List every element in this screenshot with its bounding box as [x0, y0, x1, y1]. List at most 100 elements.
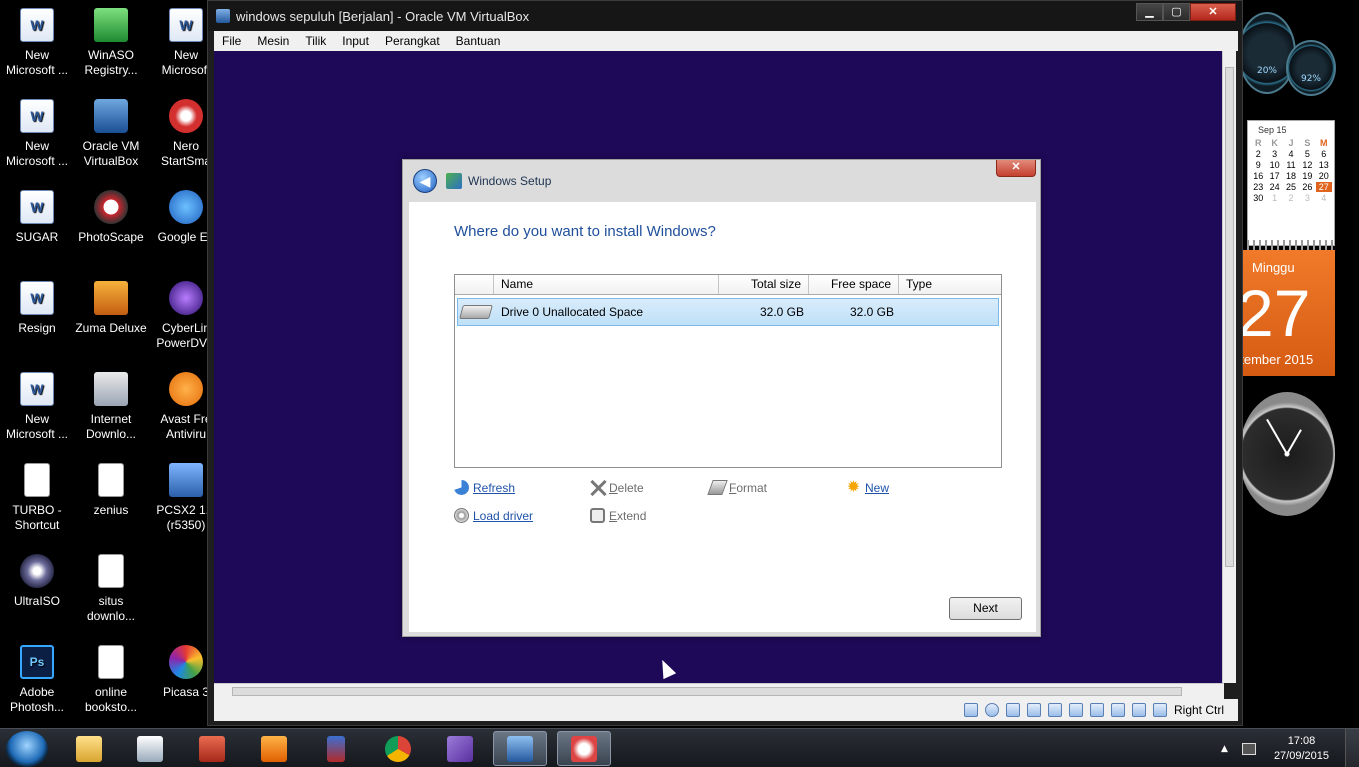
- desktop-icon-photoscape[interactable]: PhotoScape: [74, 190, 148, 245]
- taskbar-virtualbox[interactable]: [493, 731, 547, 766]
- column-total-size[interactable]: Total size: [719, 275, 809, 294]
- calendar-day[interactable]: 6: [1316, 149, 1332, 159]
- clock-date: 27/09/2015: [1273, 749, 1329, 762]
- host-key-label: Right Ctrl: [1173, 703, 1224, 717]
- desktop-icon-new-word-3[interactable]: New Microsoft ...: [0, 99, 74, 169]
- taskbar-notebook[interactable]: [309, 731, 363, 766]
- calendar-day[interactable]: 18: [1283, 171, 1299, 181]
- calendar-day[interactable]: 17: [1266, 171, 1282, 181]
- desktop-icon-zuma[interactable]: Zuma Deluxe: [74, 281, 148, 336]
- back-arrow-icon[interactable]: ◀: [413, 169, 437, 193]
- minimize-button[interactable]: ▁: [1136, 3, 1163, 21]
- desktop-icon-ultraiso[interactable]: UltraISO: [0, 554, 74, 609]
- calendar-day[interactable]: 13: [1316, 160, 1332, 170]
- load-driver-link[interactable]: Load driver: [454, 508, 533, 523]
- new-link[interactable]: ✹ New: [846, 480, 889, 496]
- calendar-day[interactable]: 12: [1299, 160, 1315, 170]
- start-button[interactable]: [6, 731, 48, 767]
- calendar-day[interactable]: 11: [1283, 160, 1299, 170]
- desktop-icon-photoshop[interactable]: Adobe Photosh...: [0, 645, 74, 715]
- mouse-integration-icon[interactable]: [1131, 703, 1146, 717]
- calendar-day[interactable]: 2: [1283, 193, 1299, 203]
- calendar-day[interactable]: 4: [1283, 149, 1299, 159]
- calendar-day[interactable]: 3: [1266, 149, 1282, 159]
- calendar-gadget[interactable]: Sep 15 R K J S M 2 3 4 5 6 9 10 11 12 13 16 17 18 19 20 23 24…: [1247, 120, 1335, 246]
- table-row[interactable]: Drive 0 Unallocated Space 32.0 GB 32.0 G…: [457, 298, 999, 326]
- network-icon[interactable]: [1005, 703, 1020, 717]
- hard-disk-icon[interactable]: [963, 703, 978, 717]
- desktop-icon-zenius[interactable]: zenius: [74, 463, 148, 518]
- calendar-day[interactable]: 5: [1299, 149, 1315, 159]
- window-titlebar[interactable]: windows sepuluh [Berjalan] - Oracle VM V…: [208, 1, 1242, 31]
- setup-close-button[interactable]: ✕: [996, 160, 1036, 177]
- winaso-icon: [94, 8, 128, 42]
- taskbar-video-player[interactable]: [247, 731, 301, 766]
- action-center-flag-icon[interactable]: [1241, 742, 1256, 755]
- column-free-space[interactable]: Free space: [809, 275, 899, 294]
- display-icon[interactable]: [1068, 703, 1083, 717]
- desktop-icon-situs[interactable]: situs downlo...: [74, 554, 148, 624]
- calendar-day[interactable]: 1: [1266, 193, 1282, 203]
- keyboard-capture-icon[interactable]: [1152, 703, 1167, 717]
- desktop-icon-resign[interactable]: Resign: [0, 281, 74, 336]
- calendar-day[interactable]: 30: [1250, 193, 1266, 203]
- desktop-icon-virtualbox[interactable]: Oracle VM VirtualBox: [74, 99, 148, 169]
- vertical-scrollbar[interactable]: [1222, 51, 1236, 683]
- video-capture-icon[interactable]: [1089, 703, 1104, 717]
- column-type[interactable]: Type: [899, 275, 1001, 294]
- format-link[interactable]: Format: [707, 480, 767, 495]
- calendar-day[interactable]: 25: [1283, 182, 1299, 192]
- calendar-day[interactable]: 27: [1315, 182, 1332, 192]
- calendar-day[interactable]: 3: [1299, 193, 1315, 203]
- taskbar-visual-studio[interactable]: [433, 731, 487, 766]
- desktop-icon-idm[interactable]: Internet Downlo...: [74, 372, 148, 442]
- close-button[interactable]: ✕: [1190, 3, 1236, 21]
- taskbar-explorer[interactable]: [62, 731, 116, 766]
- calendar-day[interactable]: 26: [1299, 182, 1315, 192]
- usb-icon[interactable]: [1026, 703, 1041, 717]
- menu-tilik[interactable]: Tilik: [297, 34, 334, 48]
- maximize-button[interactable]: ▢: [1163, 3, 1190, 21]
- next-button[interactable]: Next: [949, 597, 1022, 620]
- menu-perangkat[interactable]: Perangkat: [377, 34, 448, 48]
- shared-folder-icon[interactable]: [1047, 703, 1062, 717]
- taskbar-media-viewer[interactable]: [123, 731, 177, 766]
- refresh-link[interactable]: Refresh: [454, 480, 515, 495]
- desktop-icon-online-bookstore[interactable]: online booksto...: [74, 645, 148, 715]
- virtualbox-icon: [216, 9, 230, 23]
- menu-input[interactable]: Input: [334, 34, 377, 48]
- scrollbar-thumb[interactable]: [232, 687, 1182, 696]
- calendar-day[interactable]: 2: [1250, 149, 1266, 159]
- calendar-day[interactable]: 4: [1316, 193, 1332, 203]
- show-hidden-icons-icon[interactable]: ▲: [1221, 744, 1228, 754]
- menu-file[interactable]: File: [214, 34, 249, 48]
- clock[interactable]: 17:08 27/09/2015: [1274, 734, 1329, 764]
- calendar-day[interactable]: 9: [1250, 160, 1266, 170]
- delete-link[interactable]: Delete: [590, 480, 644, 495]
- calendar-day[interactable]: 10: [1266, 160, 1282, 170]
- desktop-icon-new-word-1[interactable]: New Microsoft ...: [0, 8, 74, 78]
- calendar-day[interactable]: 19: [1299, 171, 1315, 181]
- calendar-day[interactable]: 20: [1316, 171, 1332, 181]
- taskbar-paint[interactable]: [557, 731, 611, 766]
- desktop-icon-turbo[interactable]: TURBO - Shortcut: [0, 463, 74, 533]
- calendar-day[interactable]: 23: [1250, 182, 1266, 192]
- taskbar-books[interactable]: [185, 731, 239, 766]
- calendar-day[interactable]: 24: [1266, 182, 1282, 192]
- calendar-day[interactable]: 16: [1250, 171, 1266, 181]
- desktop-icon-winaso[interactable]: WinASO Registry...: [74, 8, 148, 78]
- show-desktop-button[interactable]: [1345, 729, 1359, 767]
- optical-drive-icon[interactable]: [984, 703, 999, 717]
- clock-hand: [1286, 429, 1302, 455]
- menu-bantuan[interactable]: Bantuan: [448, 34, 509, 48]
- menu-mesin[interactable]: Mesin: [249, 34, 297, 48]
- column-name[interactable]: Name: [494, 275, 719, 294]
- desktop-icon-sugar[interactable]: SUGAR: [0, 190, 74, 245]
- cpu-icon[interactable]: [1110, 703, 1125, 717]
- scrollbar-thumb[interactable]: [1225, 67, 1234, 567]
- taskbar-chrome[interactable]: [371, 731, 425, 766]
- horizontal-scrollbar[interactable]: [214, 683, 1224, 699]
- extend-link[interactable]: Extend: [590, 508, 646, 523]
- desktop-icon-new-word-4[interactable]: New Microsoft ...: [0, 372, 74, 442]
- media-viewer-icon: [137, 735, 163, 762]
